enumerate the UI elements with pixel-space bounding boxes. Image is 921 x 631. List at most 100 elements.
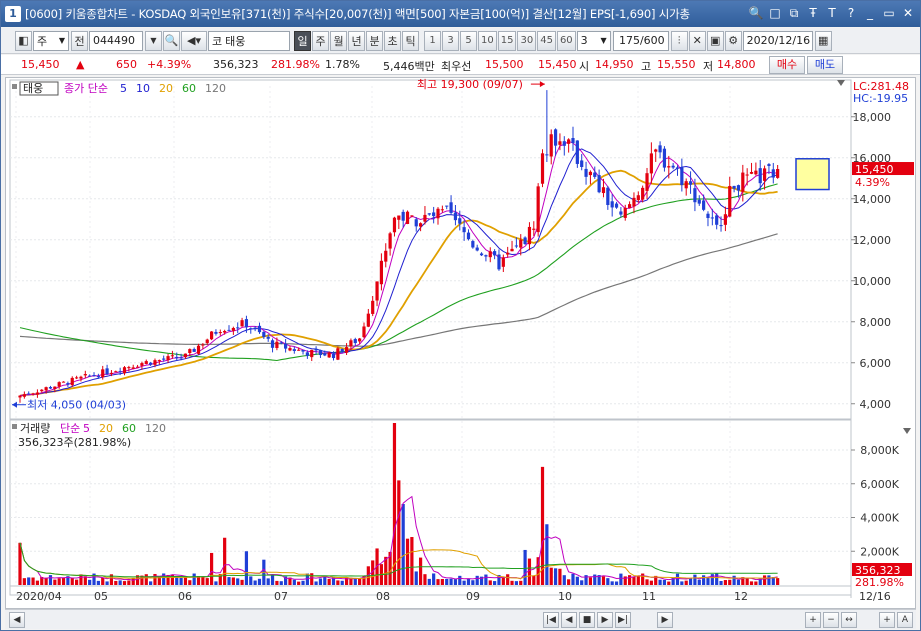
chevron-down-icon: ▼ — [600, 36, 607, 45]
low-arrow-icon — [12, 401, 17, 408]
volume-bar — [44, 577, 48, 585]
zoom-reset-icon[interactable]: ↔ — [841, 612, 857, 628]
search-icon[interactable]: 🔍 — [163, 30, 180, 51]
candle-body — [149, 362, 153, 365]
market-select[interactable]: 주 ▼ — [33, 30, 69, 51]
candle-body — [540, 153, 545, 184]
save-icon[interactable]: ▣ — [706, 30, 724, 51]
zoom-out-icon[interactable]: − — [823, 612, 839, 628]
search-icon[interactable]: 🔍 — [748, 5, 764, 22]
volume-bar — [645, 579, 649, 585]
volume-bar — [275, 580, 279, 585]
period-tab[interactable]: 틱 — [402, 30, 419, 51]
candle-body — [257, 325, 262, 333]
stock-chart[interactable]: 18,00016,00014,00012,00010,0008,0006,000… — [6, 78, 917, 610]
candle-body — [558, 141, 562, 145]
stop-icon[interactable]: ■ — [579, 612, 595, 628]
candle-body — [562, 141, 566, 146]
volume-bar — [179, 577, 183, 585]
legend-item: 20 — [159, 82, 173, 95]
chart-area[interactable]: 18,000 16,000 14,000 12,000 10,000 8,000 6,000… — [5, 77, 916, 609]
candle-body — [619, 211, 623, 215]
candle-body — [53, 386, 57, 389]
candle-body — [61, 381, 66, 383]
window-icon[interactable]: □ — [767, 5, 783, 22]
trade-amount: 5,446백만 — [383, 60, 435, 73]
minute-tab[interactable]: 15 — [497, 30, 517, 51]
candle-body — [488, 251, 492, 258]
next-icon[interactable]: ▶ — [597, 612, 613, 628]
volume-bar — [358, 578, 362, 585]
gear-icon[interactable]: ⚙ — [724, 30, 742, 51]
add-icon[interactable]: + — [879, 612, 895, 628]
x-tick-label: 09 — [466, 590, 480, 603]
volume-bar — [632, 577, 636, 585]
date-field[interactable]: 2020/12/16 — [742, 30, 813, 51]
period-tab[interactable]: 초 — [384, 30, 401, 51]
minimize-icon[interactable]: _ — [862, 5, 878, 22]
minute-tab[interactable]: 1 — [424, 30, 441, 51]
text-icon[interactable]: T — [824, 5, 840, 22]
scroll-right-icon[interactable]: ▶ — [657, 612, 673, 628]
volume-menu-icon — [903, 428, 911, 434]
minute-tabs: 1 3 5 10 15 30 45 60 — [424, 30, 577, 51]
volume-bar — [405, 538, 410, 585]
cross-tool-icon[interactable]: ✕ — [688, 30, 706, 51]
candle-body — [506, 252, 510, 255]
candle-body — [214, 331, 218, 334]
code-dropdown-button[interactable]: ▼ — [145, 30, 162, 51]
candle-body — [35, 392, 40, 395]
sell-button[interactable]: 매도 — [807, 56, 843, 74]
quote-bar: 15,450 ▲ 650 +4.39% 356,323 281.98% 1.78… — [1, 55, 920, 75]
x-tick-label: 12 — [734, 590, 748, 603]
volume-bar — [728, 579, 732, 585]
minute-tab[interactable]: 30 — [517, 30, 537, 51]
period-tab[interactable]: 월 — [330, 30, 347, 51]
count-display[interactable]: 175/600 — [612, 30, 669, 51]
minute-tab[interactable]: 60 — [556, 30, 576, 51]
minute-tab[interactable]: 5 — [460, 30, 477, 51]
copy-icon[interactable]: ⧉ — [786, 5, 802, 22]
help-icon[interactable]: ? — [843, 5, 859, 22]
period-tab[interactable]: 일 — [294, 30, 311, 51]
calendar-icon[interactable]: ▦ — [814, 30, 832, 51]
period-tab[interactable]: 분 — [366, 30, 383, 51]
buy-button[interactable]: 매수 — [769, 56, 805, 74]
pin-icon[interactable]: Ŧ — [805, 5, 821, 22]
zoom-in-icon[interactable]: + — [805, 612, 821, 628]
close-icon[interactable]: ✕ — [900, 5, 916, 22]
candle-body — [240, 320, 244, 327]
volume-bar — [270, 575, 275, 585]
chart-type-icon[interactable]: A — [897, 612, 913, 628]
legend-item: 10 — [136, 82, 150, 95]
interval-select[interactable]: 3 ▼ — [576, 30, 611, 51]
candle-body — [397, 215, 401, 220]
volume-bar — [510, 580, 514, 585]
price-tick-label: 10,000 — [853, 275, 892, 288]
stock-code-input[interactable]: 044490 — [89, 30, 143, 51]
candle-body — [310, 349, 314, 358]
minute-tab[interactable]: 3 — [442, 30, 459, 51]
period-tab[interactable]: 년 — [348, 30, 365, 51]
last-page-icon[interactable]: ▶| — [615, 612, 631, 628]
maximize-icon[interactable]: ▭ — [881, 5, 897, 22]
chart-layout-icon[interactable]: ◧ — [15, 30, 32, 51]
volume-bar — [445, 578, 449, 585]
all-button[interactable]: 전 — [71, 30, 88, 51]
minute-tab[interactable]: 10 — [478, 30, 497, 51]
minute-tab[interactable]: 45 — [537, 30, 556, 51]
sound-icon[interactable]: ◀▾ — [181, 30, 207, 51]
price-tick-label: 6,000 — [860, 357, 892, 370]
scroll-left-icon[interactable]: ◀ — [9, 612, 25, 628]
candle-body — [179, 357, 183, 359]
volume-bar — [266, 578, 270, 585]
period-tab[interactable]: 주 — [312, 30, 329, 51]
window-title: [0600] 키움종합차트 - KOSDAQ 외국인보유[371(천)] 주식수… — [25, 7, 690, 21]
volume-bar — [188, 580, 192, 585]
prev-icon[interactable]: ◀ — [561, 612, 577, 628]
first-page-icon[interactable]: |◀ — [543, 612, 559, 628]
candle-icon[interactable]: ⫶ — [670, 30, 688, 51]
volume-bar — [667, 581, 671, 585]
last-volume-pct-tag: 281.98% — [855, 576, 904, 589]
stock-name-field[interactable]: 코 태웅 — [208, 30, 290, 51]
